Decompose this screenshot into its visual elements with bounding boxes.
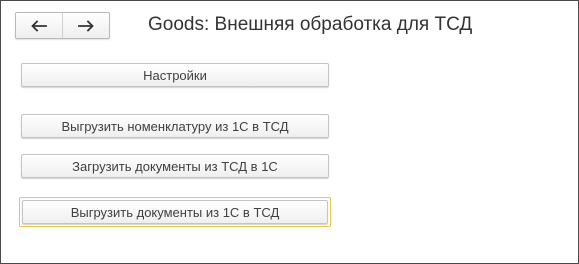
export-nomenclature-button[interactable]: Выгрузить номенклатуру из 1С в ТСД xyxy=(21,114,329,138)
settings-button[interactable]: Настройки xyxy=(21,63,329,87)
back-button[interactable] xyxy=(16,13,62,38)
arrow-right-icon xyxy=(78,19,94,32)
form-header: Goods: Внешняя обработка для ТСД xyxy=(15,12,568,42)
navigation-buttons xyxy=(15,12,110,39)
form-title: Goods: Внешняя обработка для ТСД xyxy=(148,14,473,35)
import-documents-button[interactable]: Загрузить документы из ТСД в 1С xyxy=(21,154,329,178)
export-documents-button-label: Выгрузить документы из 1С в ТСД xyxy=(22,200,328,224)
forward-button[interactable] xyxy=(62,13,109,38)
form-window: Goods: Внешняя обработка для ТСД Настрой… xyxy=(0,0,579,264)
export-documents-button[interactable]: Выгрузить документы из 1С в ТСД xyxy=(19,197,331,227)
arrow-left-icon xyxy=(31,19,47,32)
